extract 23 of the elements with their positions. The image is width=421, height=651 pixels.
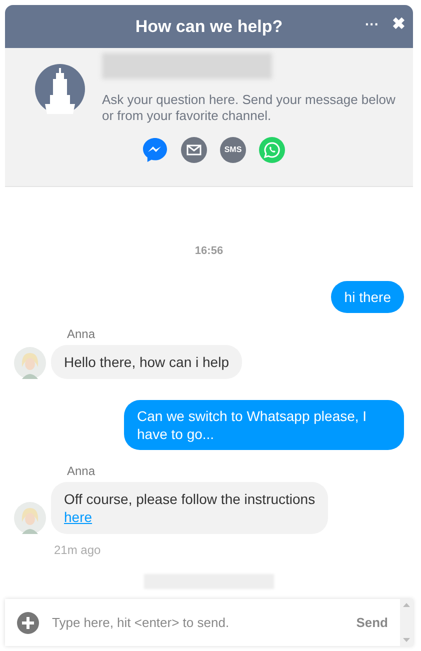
message-time: 21m ago bbox=[54, 542, 102, 558]
building-icon bbox=[35, 64, 85, 114]
close-button[interactable]: ✖ bbox=[392, 17, 405, 33]
sender-name: Anna bbox=[67, 326, 96, 342]
user-message: hi there bbox=[331, 280, 404, 312]
messenger-icon[interactable] bbox=[142, 137, 168, 163]
add-icon[interactable] bbox=[17, 612, 39, 634]
intro-text: Ask your question here. Send your message below or from your favorite channel. bbox=[102, 92, 396, 124]
sender-name: Anna bbox=[67, 462, 96, 480]
message-input[interactable]: Type here, hit <enter> to send. bbox=[52, 612, 356, 632]
sms-button[interactable]: SMS bbox=[220, 137, 246, 163]
avatar-icon bbox=[14, 346, 46, 378]
header-title: How can we help? bbox=[135, 16, 283, 38]
timestamp: 16:56 bbox=[194, 244, 224, 259]
whatsapp-icon[interactable] bbox=[259, 137, 285, 163]
avatar-icon bbox=[14, 502, 46, 534]
instructions-link[interactable]: here bbox=[64, 508, 92, 524]
mail-icon[interactable] bbox=[181, 137, 207, 163]
more-button[interactable]: ··· bbox=[365, 17, 379, 31]
agent-message: Hello there, how can i help bbox=[51, 344, 242, 378]
agent-message: Off course, please follow the instructions here bbox=[51, 482, 328, 534]
user-message: Can we switch to Whatsapp please, I have to go... bbox=[124, 400, 404, 450]
send-button[interactable]: Send bbox=[356, 612, 388, 632]
